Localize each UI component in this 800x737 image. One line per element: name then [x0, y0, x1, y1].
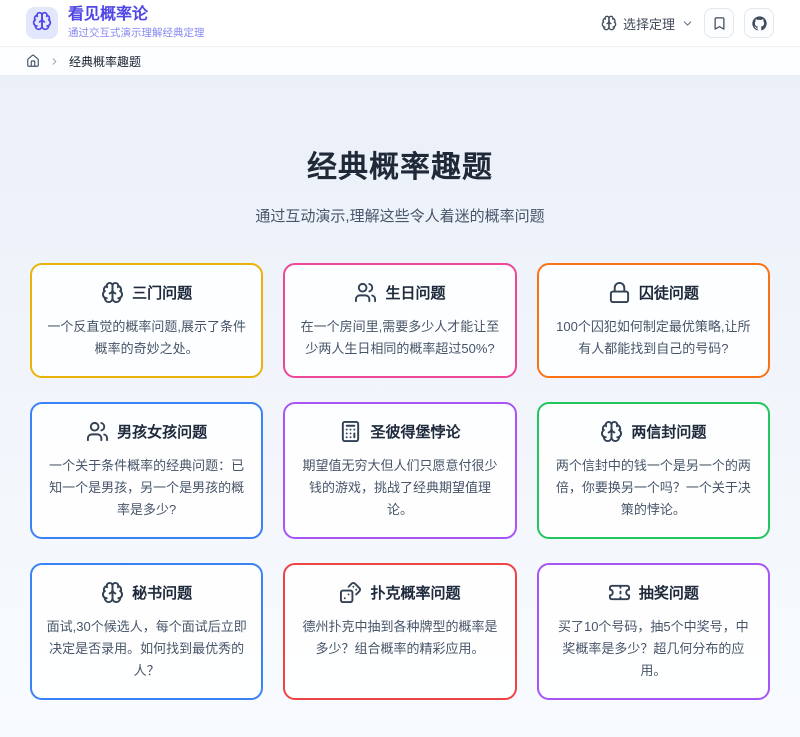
breadcrumb: 经典概率趣题 — [0, 47, 800, 76]
page-title: 经典概率趣题 — [30, 142, 770, 186]
chevron-right-icon — [49, 56, 60, 67]
github-button[interactable] — [744, 8, 774, 38]
card-header: 抽奖问题 — [552, 581, 755, 604]
card-header: 囚徒问题 — [552, 281, 755, 304]
card-title: 生日问题 — [385, 282, 445, 303]
bookmark-icon — [712, 16, 727, 31]
brain-icon — [32, 11, 52, 36]
app-header: 看见概率论 通过交互式演示理解经典定理 选择定理 — [0, 0, 800, 47]
calculator-icon — [339, 420, 362, 443]
card-title: 男孩女孩问题 — [117, 421, 207, 442]
problem-card[interactable]: 扑克概率问题 德州扑克中抽到各种牌型的概率是多少？组合概率的精彩应用。 — [283, 563, 516, 700]
page-subtitle: 通过互动演示,理解这些令人着迷的概率问题 — [30, 205, 770, 226]
problem-card[interactable]: 男孩女孩问题 一个关于条件概率的经典问题：已知一个是男孩，另一个是男孩的概率是多… — [30, 402, 263, 539]
breadcrumb-current: 经典概率趣题 — [69, 53, 141, 70]
bookmark-button[interactable] — [704, 8, 734, 38]
card-header: 圣彼得堡悖论 — [298, 420, 501, 443]
card-title: 抽奖问题 — [639, 582, 699, 603]
header-actions: 选择定理 — [601, 8, 774, 38]
card-header: 两信封问题 — [552, 420, 755, 443]
problem-cards-grid: 三门问题 一个反直觉的概率问题,展示了条件概率的奇妙之处。 生日问题 在一个房间… — [30, 263, 770, 700]
problem-card[interactable]: 圣彼得堡悖论 期望值无穷大但人们只愿意付很少钱的游戏，挑战了经典期望值理论。 — [283, 402, 516, 539]
problem-card[interactable]: 囚徒问题 100个囚犯如何制定最优策略,让所有人都能找到自己的号码? — [537, 263, 770, 378]
app-logo[interactable] — [26, 7, 58, 39]
lock-icon — [608, 281, 631, 304]
problem-card[interactable]: 两信封问题 两个信封中的钱一个是另一个的两倍，你要换另一个吗？一个关于决策的悖论… — [537, 402, 770, 539]
problem-card[interactable]: 三门问题 一个反直觉的概率问题,展示了条件概率的奇妙之处。 — [30, 263, 263, 378]
card-title: 三门问题 — [132, 282, 192, 303]
github-icon — [752, 16, 767, 31]
card-description: 在一个房间里,需要多少人才能让至少两人生日相同的概率超过50%? — [298, 316, 501, 360]
card-description: 100个囚犯如何制定最优策略,让所有人都能找到自己的号码? — [552, 316, 755, 360]
card-description: 两个信封中的钱一个是另一个的两倍，你要换另一个吗？一个关于决策的悖论。 — [552, 455, 755, 521]
problem-card[interactable]: 抽奖问题 买了10个号码，抽5个中奖号，中奖概率是多少？超几何分布的应用。 — [537, 563, 770, 700]
card-header: 生日问题 — [298, 281, 501, 304]
card-title: 秘书问题 — [132, 582, 192, 603]
app-title-block: 看见概率论 通过交互式演示理解经典定理 — [68, 6, 205, 40]
theorem-selector-label: 选择定理 — [623, 14, 675, 33]
card-description: 德州扑克中抽到各种牌型的概率是多少？组合概率的精彩应用。 — [298, 616, 501, 660]
brain-icon — [101, 581, 124, 604]
card-title: 圣彼得堡悖论 — [370, 421, 460, 442]
dices-icon — [339, 581, 362, 604]
card-description: 一个反直觉的概率问题,展示了条件概率的奇妙之处。 — [45, 316, 248, 360]
card-description: 面试,30个候选人，每个面试后立即决定是否录用。如何找到最优秀的人？ — [45, 616, 248, 682]
card-description: 一个关于条件概率的经典问题：已知一个是男孩，另一个是男孩的概率是多少? — [45, 455, 248, 521]
card-header: 三门问题 — [45, 281, 248, 304]
card-header: 秘书问题 — [45, 581, 248, 604]
brain-icon — [601, 15, 617, 31]
card-description: 买了10个号码，抽5个中奖号，中奖概率是多少？超几何分布的应用。 — [552, 616, 755, 682]
card-title: 两信封问题 — [631, 421, 706, 442]
app-subtitle: 通过交互式演示理解经典定理 — [68, 25, 205, 40]
home-icon[interactable] — [26, 54, 40, 68]
users-icon — [354, 281, 377, 304]
users-icon — [86, 420, 109, 443]
problem-card[interactable]: 秘书问题 面试,30个候选人，每个面试后立即决定是否录用。如何找到最优秀的人？ — [30, 563, 263, 700]
theorem-selector[interactable]: 选择定理 — [601, 14, 694, 33]
ticket-icon — [608, 581, 631, 604]
problem-card[interactable]: 生日问题 在一个房间里,需要多少人才能让至少两人生日相同的概率超过50%? — [283, 263, 516, 378]
card-header: 男孩女孩问题 — [45, 420, 248, 443]
card-description: 期望值无穷大但人们只愿意付很少钱的游戏，挑战了经典期望值理论。 — [298, 455, 501, 521]
main-content: 经典概率趣题 通过互动演示,理解这些令人着迷的概率问题 三门问题 一个反直觉的概… — [0, 76, 800, 700]
card-title: 囚徒问题 — [639, 282, 699, 303]
brain-icon — [600, 420, 623, 443]
chevron-down-icon — [681, 17, 694, 30]
card-header: 扑克概率问题 — [298, 581, 501, 604]
app-title: 看见概率论 — [68, 6, 205, 24]
card-title: 扑克概率问题 — [370, 582, 460, 603]
brain-icon — [101, 281, 124, 304]
